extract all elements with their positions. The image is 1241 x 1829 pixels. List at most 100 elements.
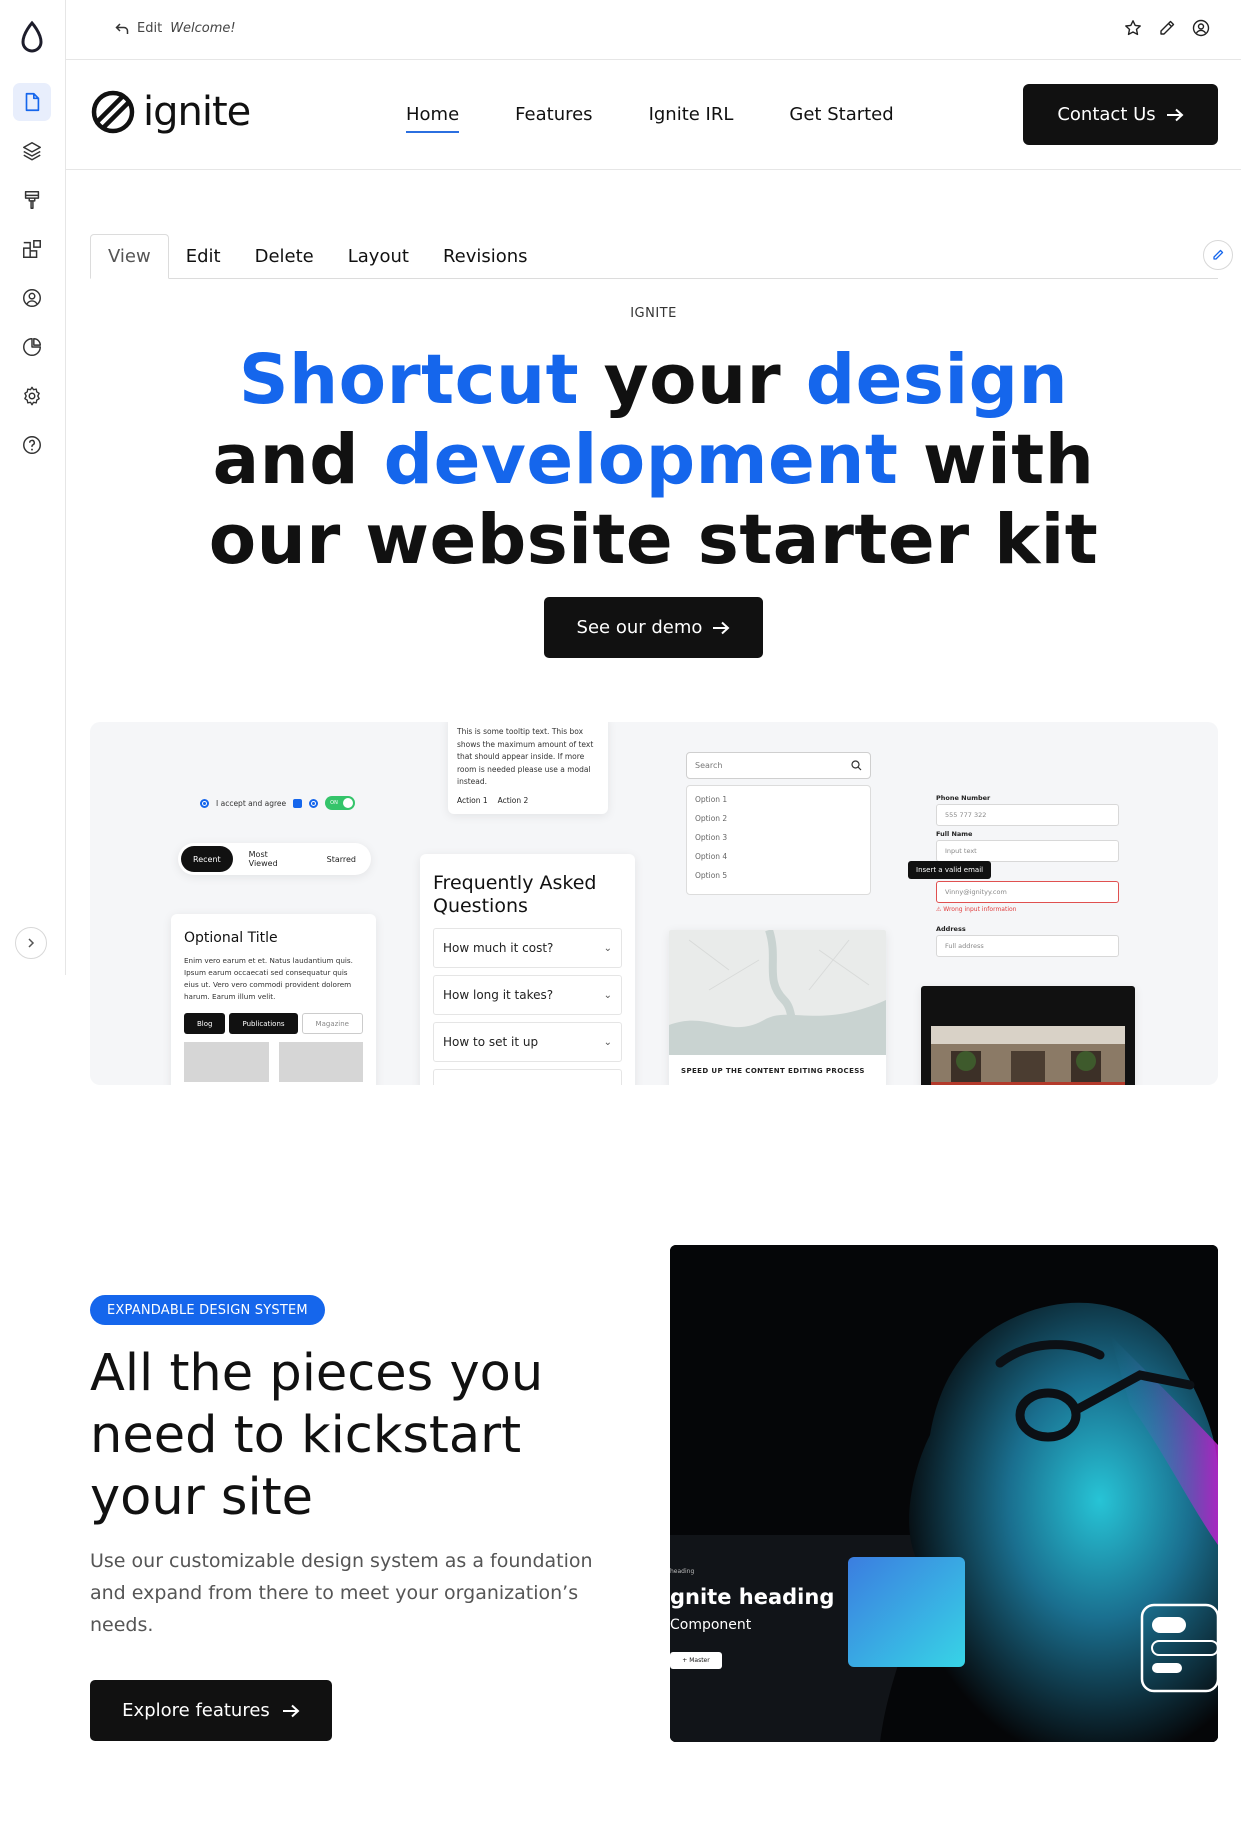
tooltip-action-2: Action 2	[497, 795, 529, 805]
hero-title-part: your	[579, 340, 806, 420]
see-demo-button[interactable]: See our demo	[544, 597, 763, 658]
hero-title-part: development	[383, 420, 899, 500]
pie-chart-icon	[23, 338, 41, 356]
hero-title: Shortcut your design and development wit…	[180, 340, 1127, 580]
field-label: Full Name	[936, 830, 973, 838]
sidebar-appearance-button[interactable]	[13, 181, 51, 219]
chevron-down-icon: ⌄	[603, 942, 612, 954]
pencil-icon[interactable]	[1157, 18, 1177, 38]
consent-row: I accept and agree ON	[200, 796, 356, 810]
tooltip-text: This is some tooltip text. This box show…	[457, 727, 594, 786]
drupal-logo-icon[interactable]	[17, 20, 47, 56]
hero-eyebrow: IGNITE	[630, 306, 677, 321]
pill-tab: Starred	[326, 854, 356, 864]
explore-features-label: Explore features	[122, 1700, 270, 1721]
checkbox-preview	[293, 798, 303, 808]
card-title: Optional Title	[184, 930, 278, 946]
arrow-right-icon	[282, 1704, 300, 1717]
document-icon	[25, 92, 40, 112]
sidebar-extend-button[interactable]	[13, 230, 51, 268]
sidebar-structure-button[interactable]	[13, 132, 51, 170]
component-showcase: This is some tooltip text. This box show…	[90, 722, 1218, 1085]
feature-title: All the pieces you need to kickstart you…	[90, 1344, 544, 1527]
sidebar-content-button[interactable]	[13, 83, 51, 121]
paint-brush-icon	[24, 191, 40, 209]
see-demo-label: See our demo	[576, 617, 703, 638]
user-circle-icon[interactable]	[1191, 18, 1211, 38]
option-item: Option 4	[695, 852, 728, 861]
edit-page-title: Welcome!	[170, 21, 236, 36]
admin-sidebar	[0, 0, 66, 975]
chevron-down-icon: ⌄	[603, 989, 612, 1001]
map-image	[669, 930, 886, 1055]
contextual-edit-button[interactable]	[1203, 240, 1233, 270]
phone-field-preview: Phone Number 555 777 322	[936, 794, 1119, 826]
address-field-preview: Address Full address	[936, 925, 1119, 957]
main-nav: Home Features Ignite IRL Get Started	[406, 104, 894, 133]
nav-home[interactable]: Home	[406, 104, 460, 133]
faq-item: How much it cost? ⌄	[433, 928, 622, 968]
sidebar-expand-button[interactable]	[15, 927, 47, 959]
tab-edit[interactable]: Edit	[169, 233, 238, 278]
tab-revisions[interactable]: Revisions	[426, 233, 545, 278]
help-icon	[23, 436, 41, 454]
sidebar-people-button[interactable]	[13, 279, 51, 317]
tooltip-preview: This is some tooltip text. This box show…	[448, 722, 608, 814]
name-field-preview: Full Name Input text	[936, 830, 1119, 862]
sidebar-reports-button[interactable]	[13, 328, 51, 366]
validation-tooltip: Insert a valid email	[908, 861, 992, 879]
return-arrow-icon	[115, 22, 129, 34]
gear-icon	[24, 386, 40, 406]
faq-question: How long it takes?	[443, 988, 554, 1002]
faq-question: How much it cost?	[443, 941, 554, 955]
tab-delete[interactable]: Delete	[238, 233, 331, 278]
nav-get-started[interactable]: Get Started	[789, 104, 893, 133]
field-input: Vinny@ignityy.com	[936, 881, 1119, 903]
overlay-heading: gnite heading	[670, 1585, 835, 1609]
back-to-edit-link[interactable]: Edit Welcome!	[115, 21, 236, 36]
faq-preview: Frequently Asked Questions How much it c…	[420, 854, 635, 1085]
pill-tab: Recent	[181, 846, 233, 872]
email-field-preview: Vinny@ignityy.com ⚠ Wrong input informat…	[936, 881, 1119, 913]
brand-logo[interactable]: ignite	[89, 88, 251, 136]
faq-item	[433, 1069, 622, 1085]
arrow-right-icon	[713, 621, 730, 634]
tag: Blog	[184, 1013, 226, 1034]
search-icon	[851, 760, 862, 771]
card-preview: Optional Title Enim vero earum et et. Na…	[171, 914, 376, 1085]
search-placeholder: Search	[695, 761, 723, 770]
contact-us-label: Contact Us	[1057, 104, 1156, 125]
photo-card-preview	[921, 986, 1135, 1085]
star-icon[interactable]	[1123, 18, 1143, 38]
sidebar-config-button[interactable]	[13, 377, 51, 415]
blocks-icon	[23, 240, 41, 258]
pill-tab: Most Viewed	[248, 850, 278, 868]
overlay-subheading: Component	[670, 1617, 752, 1633]
chevron-right-icon	[28, 938, 35, 948]
ignite-logo-icon	[91, 90, 135, 134]
nav-features[interactable]: Features	[515, 104, 592, 133]
chevron-down-icon: ⌄	[603, 1036, 612, 1048]
contact-us-button[interactable]: Contact Us	[1023, 84, 1218, 145]
field-label: Phone Number	[936, 794, 991, 802]
faq-item: How long it takes? ⌄	[433, 975, 622, 1015]
field-input: 555 777 322	[936, 804, 1119, 826]
radio-preview	[200, 798, 209, 808]
feature-hero-image: heading gnite heading Component + Master	[670, 1245, 1218, 1742]
pill-tabs-preview: Recent Most Viewed Starred	[178, 843, 371, 875]
image-placeholder	[184, 1042, 269, 1082]
option-item: Option 1	[695, 795, 728, 804]
explore-features-button[interactable]: Explore features	[90, 1680, 332, 1741]
tag: Magazine	[301, 1013, 363, 1034]
card-text: Enim vero earum et et. Natus laudantium …	[184, 956, 353, 1001]
option-item: Option 2	[695, 814, 728, 823]
tab-layout[interactable]: Layout	[331, 233, 426, 278]
tab-view[interactable]: View	[90, 234, 169, 279]
editor-tabs: View Edit Delete Layout Revisions	[90, 234, 1218, 279]
layers-icon	[23, 142, 41, 161]
faq-title: Frequently Asked Questions	[433, 872, 597, 917]
faq-item: How to set it up ⌄	[433, 1022, 622, 1062]
sidebar-help-button[interactable]	[13, 426, 51, 464]
feature-description: Use our customizable design system as a …	[90, 1550, 593, 1636]
nav-ignite-irl[interactable]: Ignite IRL	[649, 104, 734, 133]
